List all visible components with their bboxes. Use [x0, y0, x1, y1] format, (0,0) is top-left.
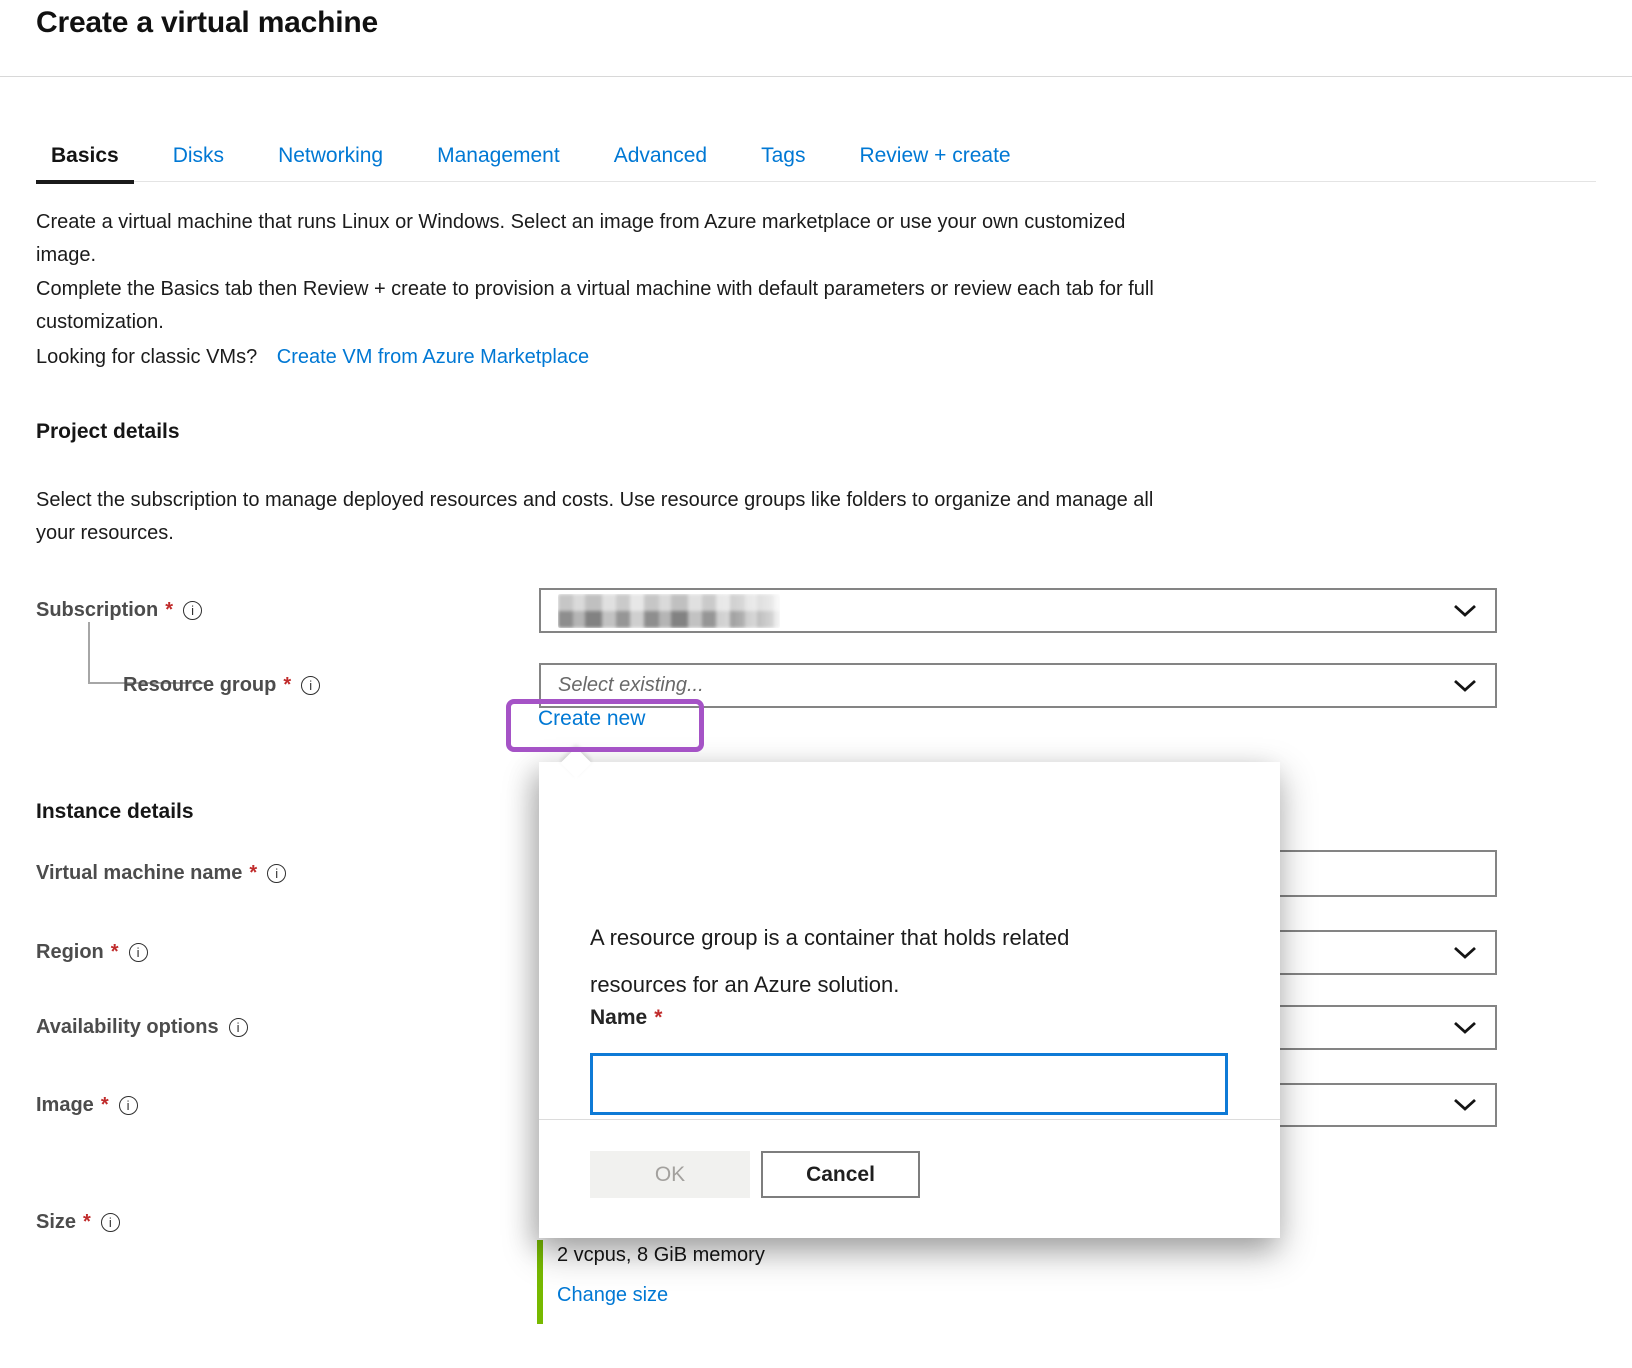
cancel-button[interactable]: Cancel — [761, 1151, 920, 1198]
intro-paragraph-1: Create a virtual machine that runs Linux… — [36, 206, 1456, 272]
size-accent-bar — [537, 1240, 543, 1324]
chevron-down-icon — [1453, 1021, 1477, 1035]
create-resource-group-popup: A resource group is a container that hol… — [539, 762, 1280, 1238]
classic-vms-prompt: Looking for classic VMs? — [36, 346, 257, 368]
popup-divider — [539, 1119, 1280, 1120]
info-icon[interactable]: i — [129, 943, 148, 962]
info-icon[interactable]: i — [267, 864, 286, 883]
resource-group-label: Resource group * i — [123, 663, 320, 708]
required-asterisk: * — [165, 599, 173, 622]
popup-description: A resource group is a container that hol… — [590, 914, 1210, 1008]
intro-paragraph-2: Complete the Basics tab then Review + cr… — [36, 273, 1456, 339]
subscription-label: Subscription * i — [36, 588, 202, 633]
tab-disks[interactable]: Disks — [158, 134, 239, 182]
tab-review-create[interactable]: Review + create — [844, 134, 1025, 182]
ok-button[interactable]: OK — [590, 1151, 750, 1198]
tree-connector-vertical — [88, 622, 90, 682]
chevron-down-icon — [1453, 604, 1477, 618]
resource-group-placeholder: Select existing... — [558, 674, 704, 697]
create-vm-page: Create a virtual machine Basics Disks Ne… — [0, 0, 1632, 1368]
required-asterisk: * — [249, 862, 257, 885]
chevron-down-icon — [1453, 946, 1477, 960]
tab-bar: Basics Disks Networking Management Advan… — [36, 134, 1596, 182]
required-asterisk: * — [654, 1006, 662, 1030]
availability-options-label: Availability options i — [36, 1005, 248, 1050]
tab-management[interactable]: Management — [422, 134, 575, 182]
create-new-link[interactable]: Create new — [538, 707, 645, 731]
tab-networking[interactable]: Networking — [263, 134, 398, 182]
header-divider — [0, 76, 1632, 77]
image-label: Image * i — [36, 1083, 138, 1127]
subscription-value-redacted — [558, 594, 780, 628]
popup-name-label: Name * — [590, 1006, 662, 1030]
tab-basics[interactable]: Basics — [36, 134, 134, 182]
required-asterisk: * — [111, 941, 119, 964]
classic-vms-line: Looking for classic VMs? Create VM from … — [36, 341, 589, 374]
popup-caret — [560, 747, 591, 778]
required-asterisk: * — [83, 1211, 91, 1234]
chevron-down-icon — [1453, 679, 1477, 693]
project-details-description: Select the subscription to manage deploy… — [36, 484, 1456, 550]
create-vm-marketplace-link[interactable]: Create VM from Azure Marketplace — [277, 346, 589, 368]
instance-details-heading: Instance details — [36, 800, 194, 824]
required-asterisk: * — [283, 674, 291, 697]
change-size-link[interactable]: Change size — [557, 1284, 668, 1307]
info-icon[interactable]: i — [229, 1018, 248, 1037]
info-icon[interactable]: i — [101, 1213, 120, 1232]
info-icon[interactable]: i — [301, 676, 320, 695]
info-icon[interactable]: i — [119, 1096, 138, 1115]
required-asterisk: * — [101, 1094, 109, 1117]
chevron-down-icon — [1453, 1098, 1477, 1112]
region-label: Region * i — [36, 930, 148, 975]
tab-advanced[interactable]: Advanced — [599, 134, 722, 182]
project-details-heading: Project details — [36, 420, 180, 444]
tab-tags[interactable]: Tags — [746, 134, 820, 182]
subscription-dropdown[interactable] — [539, 588, 1497, 633]
size-value: 2 vcpus, 8 GiB memory — [557, 1244, 765, 1267]
resource-group-name-input[interactable] — [590, 1053, 1228, 1115]
info-icon[interactable]: i — [183, 601, 202, 620]
vm-name-label: Virtual machine name * i — [36, 850, 286, 897]
page-title: Create a virtual machine — [36, 6, 378, 40]
size-label: Size * i — [36, 1200, 120, 1245]
resource-group-dropdown[interactable]: Select existing... — [539, 663, 1497, 708]
